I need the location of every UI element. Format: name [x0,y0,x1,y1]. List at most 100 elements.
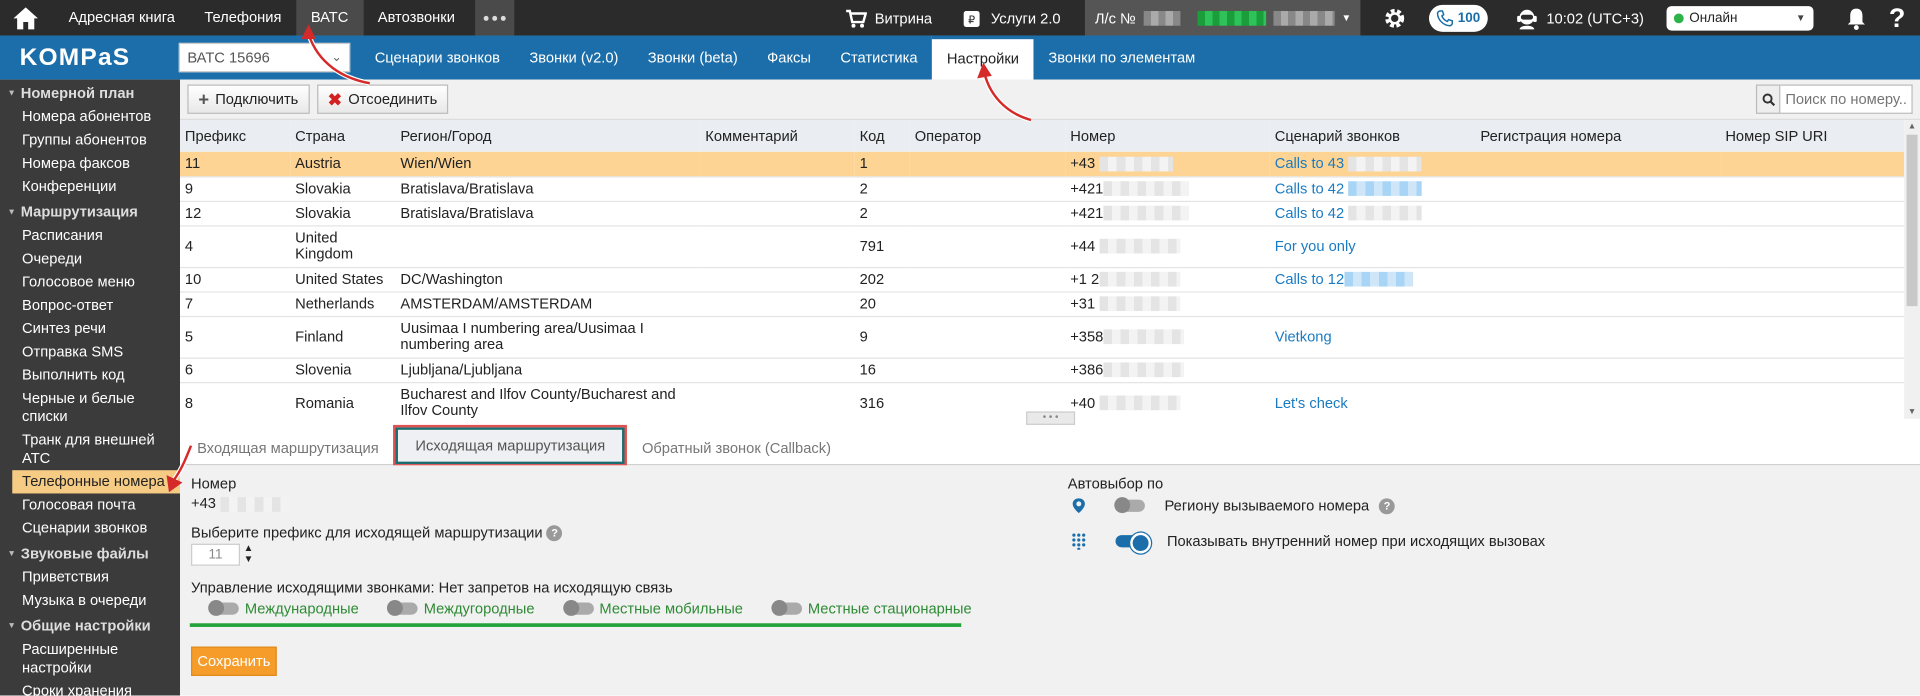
sidebar-item-subscriber-numbers[interactable]: Номера абонентов [0,105,180,128]
notifications-bell[interactable] [1813,6,1889,30]
scenario-link[interactable]: Calls to 42 [1275,179,1344,196]
tab-statistics[interactable]: Статистика [826,36,933,80]
toggle-switch[interactable] [1115,532,1152,554]
tab-outgoing-routing[interactable]: Исходящая маршрутизация [393,424,628,467]
tab-faxes[interactable]: Факсы [752,36,825,80]
column-header-sip-uri[interactable]: Номер SIP URI [1720,120,1905,152]
tab-calls-v2[interactable]: Звонки (v2.0) [515,36,633,80]
table-row[interactable]: 6 Slovenia Ljubljana/Ljubljana 16 +386 [180,357,1905,383]
top-nav-address-book[interactable]: Адресная книга [54,0,190,36]
help-icon[interactable]: ? [1379,497,1395,514]
settings-gear[interactable] [1361,6,1430,30]
scenario-link[interactable]: Calls to 43 [1275,155,1344,172]
scenario-link[interactable]: For you only [1275,237,1356,254]
sidebar-item-run-code[interactable]: Выполнить код [0,364,180,387]
column-header-registration[interactable]: Регистрация номера [1475,120,1721,152]
help-button[interactable]: ? [1889,2,1920,34]
home-icon[interactable] [0,0,51,36]
restriction-local-landline[interactable]: Местные стационарные [771,600,972,617]
scenario-link[interactable]: Calls to 12 [1275,270,1344,287]
tab-call-scenarios[interactable]: Сценарии звонков [360,36,515,80]
sidebar-item-greetings[interactable]: Приветствия [0,566,180,589]
scroll-up-icon[interactable]: ▲ [1908,122,1916,131]
cell-scenario[interactable]: Calls to 42 [1269,200,1476,226]
column-header-scenario[interactable]: Сценарий звонков [1269,120,1476,152]
toggle-switch[interactable] [386,600,418,616]
sidebar-section-sound-files[interactable]: ▼ Звуковые файлы [0,540,180,566]
sidebar-section-general-settings[interactable]: ▼ Общие настройки [0,612,180,638]
restriction-long-distance[interactable]: Междугородные [386,600,535,617]
toggle-switch[interactable] [208,600,239,616]
table-row[interactable]: 9 Slovakia Bratislava/Bratislava 2 +421 … [180,176,1905,202]
calls-counter[interactable]: 100 [1429,4,1488,32]
table-row[interactable]: 10 United States DC/Washington 202 +1 2 … [180,266,1905,293]
table-row[interactable]: 7 Netherlands AMSTERDAM/AMSTERDAM 20 +31 [180,291,1905,317]
cell-scenario[interactable] [1269,291,1476,317]
status-select[interactable]: Онлайн ▼ [1665,5,1813,31]
toggle-switch[interactable] [562,600,594,616]
cell-scenario[interactable]: Calls to 12 [1269,266,1476,293]
save-button[interactable]: Сохранить [191,646,277,676]
account-selector[interactable]: Л/с № ▼ [1085,0,1362,36]
restriction-local-mobile[interactable]: Местные мобильные [562,600,743,617]
table-row[interactable]: 11 Austria Wien/Wien 1 +43 Calls to 43 [180,151,1905,177]
sidebar-item-fax-numbers[interactable]: Номера факсов [0,152,180,175]
column-header-region[interactable]: Регион/Город [395,120,701,152]
search-input[interactable] [1780,84,1913,114]
prefix-stepper[interactable]: 11 [191,543,241,566]
sidebar-item-voicemail[interactable]: Голосовая почта [0,493,180,516]
more-dots-icon[interactable] [474,0,514,36]
services-link[interactable]: ₽ Услуги 2.0 [947,7,1075,29]
cell-scenario[interactable]: Calls to 42 [1269,176,1476,202]
cell-scenario[interactable]: For you only [1269,225,1476,268]
toggle-switch[interactable] [771,600,802,616]
tab-incoming-routing[interactable]: Входящая маршрутизация [187,432,388,464]
cell-scenario[interactable]: Calls to 43 [1269,151,1476,177]
sidebar-item-external-trunk[interactable]: Транк для внешней АТС [0,429,180,471]
sidebar-item-black-white-lists[interactable]: Черные и белые списки [0,387,180,429]
help-icon[interactable]: ? [546,525,563,542]
column-header-code[interactable]: Код [854,120,910,152]
sidebar-item-question-answer[interactable]: Вопрос-ответ [0,294,180,317]
scroll-down-icon[interactable]: ▼ [1908,408,1916,417]
tab-calls-by-elements[interactable]: Звонки по элементам [1034,36,1210,80]
scenario-link[interactable]: Calls to 42 [1275,204,1344,221]
tab-calls-beta[interactable]: Звонки (beta) [633,36,752,80]
column-header-comment[interactable]: Комментарий [700,120,855,152]
sidebar-item-send-sms[interactable]: Отправка SMS [0,340,180,363]
sidebar-item-queue-music[interactable]: Музыка в очереди [0,589,180,612]
sidebar-item-retention[interactable]: Сроки хранения [0,680,180,695]
restriction-international[interactable]: Международные [208,600,359,617]
search-icon[interactable] [1755,84,1781,114]
phone-numbers-table: Префикс Страна Регион/Город Комментарий … [180,120,1905,419]
cell-scenario[interactable]: Let's check [1269,382,1476,419]
toggle-switch[interactable] [1114,497,1145,514]
splitter-handle[interactable]: • • • [1026,411,1076,425]
table-row[interactable]: 5 Finland Uusimaa I numbering area/Uusim… [180,315,1905,359]
sidebar-item-voice-menu[interactable]: Голосовое меню [0,271,180,294]
table-row[interactable]: 12 Slovakia Bratislava/Bratislava 2 +421… [180,200,1905,226]
sidebar-item-phone-numbers[interactable]: Телефонные номера [12,470,181,494]
connect-button[interactable]: + Подключить [187,84,310,114]
sidebar-item-advanced-settings[interactable]: Расширенные настройки [0,638,180,680]
stepper-arrows-icon[interactable]: ▲ ▼ [244,542,254,564]
vitrina-link[interactable]: Витрина [831,8,947,28]
column-header-country[interactable]: Страна [290,120,396,152]
column-header-number[interactable]: Номер [1065,120,1270,152]
sidebar-item-call-scenarios[interactable]: Сценарии звонков [0,517,180,540]
table-row[interactable]: 4 United Kingdom 791 +44 For you only [180,225,1905,268]
sidebar-section-routing[interactable]: ▼ Маршрутизация [0,198,180,224]
sidebar-item-speech-synthesis[interactable]: Синтез речи [0,317,180,340]
scrollbar-thumb[interactable] [1906,134,1918,307]
top-nav-telephony[interactable]: Телефония [190,0,297,36]
sidebar-item-queues[interactable]: Очереди [0,247,180,270]
tab-callback[interactable]: Обратный звонок (Callback) [632,432,841,464]
sidebar-item-schedules[interactable]: Расписания [0,224,180,247]
cell-scenario[interactable] [1269,357,1476,383]
sidebar-section-number-plan[interactable]: ▼ Номерной план [0,80,180,106]
sidebar-item-subscriber-groups[interactable]: Группы абонентов [0,129,180,152]
sidebar-item-conferences[interactable]: Конференции [0,175,180,198]
table-scrollbar[interactable]: ▲ ▼ [1904,120,1920,419]
cell-scenario[interactable]: Vietkong [1269,315,1476,359]
column-header-prefix[interactable]: Префикс [180,120,291,152]
